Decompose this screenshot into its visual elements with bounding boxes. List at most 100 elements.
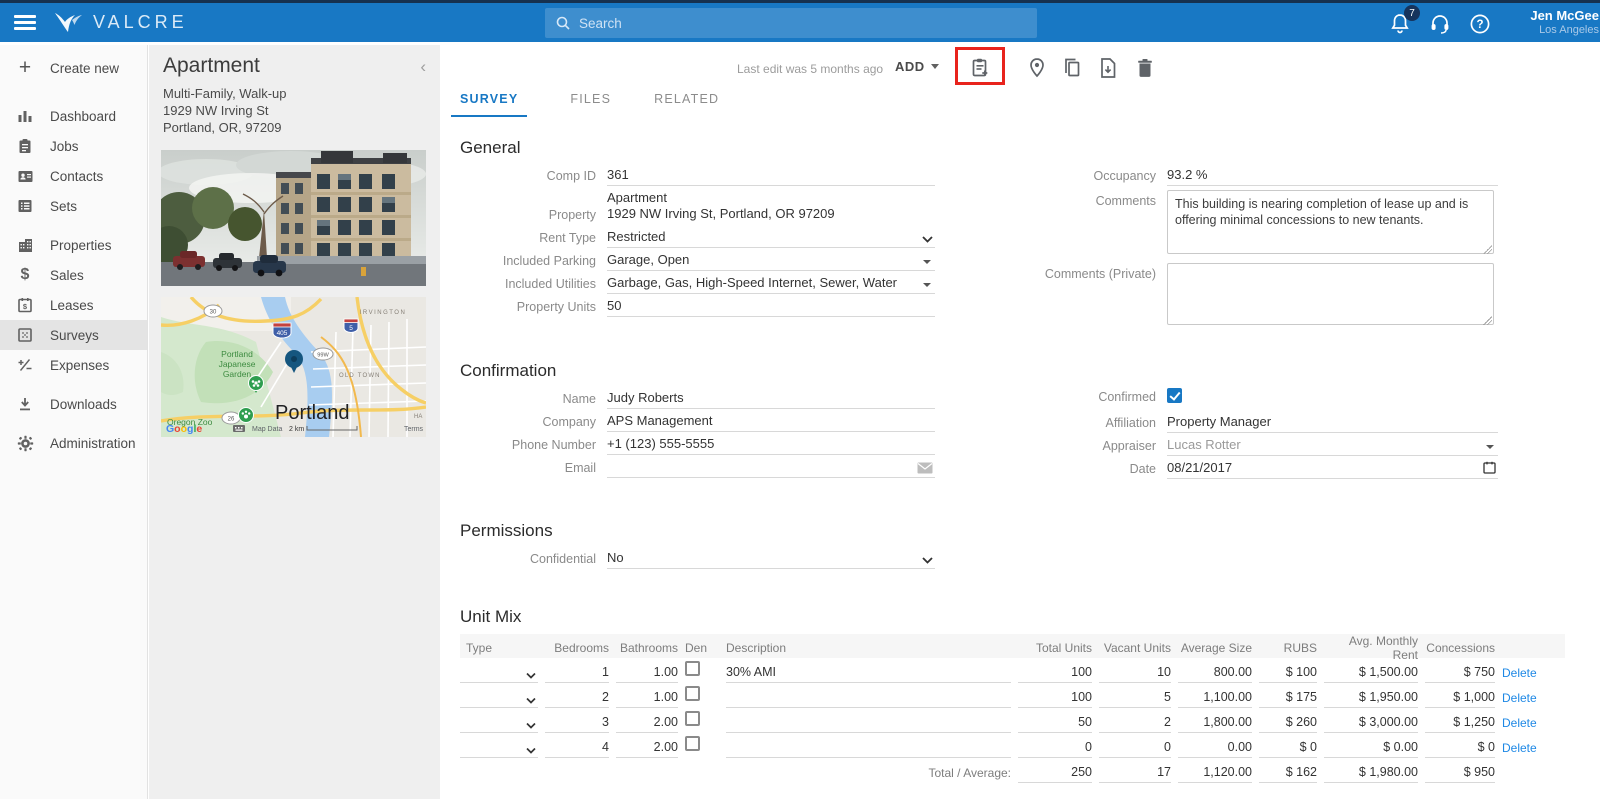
sidebar-item-leases[interactable]: $ Leases bbox=[0, 290, 147, 320]
map-terms-label[interactable]: Terms bbox=[404, 426, 424, 433]
sidebar-item-create-new[interactable]: + Create new bbox=[0, 53, 147, 83]
collapse-panel-icon[interactable]: ‹ bbox=[420, 57, 426, 77]
vacant-units-input[interactable]: 10 bbox=[1099, 665, 1171, 683]
copy-icon[interactable] bbox=[1060, 56, 1084, 80]
sidebar-item-sets[interactable]: Sets bbox=[0, 191, 147, 221]
bathrooms-input[interactable]: 1.00 bbox=[616, 690, 678, 708]
type-select[interactable] bbox=[460, 740, 538, 758]
email-input[interactable] bbox=[607, 459, 935, 478]
delete-row-link[interactable]: Delete bbox=[1502, 691, 1548, 708]
sidebar-item-surveys[interactable]: Surveys bbox=[0, 320, 147, 350]
sidebar-item-sales[interactable]: $ Sales bbox=[0, 260, 147, 290]
total-units-input[interactable]: 100 bbox=[1018, 690, 1092, 708]
avg-monthly-rent-input[interactable]: $ 0.00 bbox=[1324, 740, 1418, 758]
property-link-line1[interactable]: Apartment bbox=[607, 190, 935, 206]
name-input[interactable]: Judy Roberts bbox=[607, 390, 935, 409]
map-pin-icon[interactable] bbox=[1025, 56, 1049, 80]
average-size-input[interactable]: 1,800.00 bbox=[1178, 715, 1252, 733]
concessions-input[interactable]: $ 1,000 bbox=[1425, 690, 1495, 708]
concessions-input[interactable]: $ 750 bbox=[1425, 665, 1495, 683]
den-checkbox[interactable] bbox=[685, 711, 700, 726]
vacant-units-input[interactable]: 0 bbox=[1099, 740, 1171, 758]
tab-files[interactable]: FILES bbox=[570, 92, 611, 117]
vacant-units-input[interactable]: 5 bbox=[1099, 690, 1171, 708]
delete-row-link[interactable]: Delete bbox=[1502, 716, 1548, 733]
type-select[interactable] bbox=[460, 690, 538, 708]
sidebar-item-expenses[interactable]: Expenses bbox=[0, 350, 147, 380]
tab-survey[interactable]: SURVEY bbox=[451, 92, 528, 117]
average-size-input[interactable]: 800.00 bbox=[1178, 665, 1252, 683]
bathrooms-input[interactable]: 1.00 bbox=[616, 665, 678, 683]
add-button[interactable]: ADD bbox=[895, 59, 939, 74]
den-checkbox[interactable] bbox=[685, 736, 700, 751]
avg-monthly-rent-input[interactable]: $ 3,000.00 bbox=[1324, 715, 1418, 733]
delete-trash-icon[interactable] bbox=[1133, 56, 1157, 80]
den-checkbox[interactable] bbox=[685, 686, 700, 701]
bedrooms-input[interactable]: 4 bbox=[545, 740, 609, 758]
search-input[interactable] bbox=[579, 15, 1027, 31]
confirmed-checkbox[interactable] bbox=[1167, 388, 1182, 403]
vacant-units-input[interactable]: 2 bbox=[1099, 715, 1171, 733]
concessions-input[interactable]: $ 0 bbox=[1425, 740, 1495, 758]
sidebar-item-downloads[interactable]: Downloads bbox=[0, 389, 147, 419]
description-input[interactable]: 30% AMI bbox=[726, 665, 1011, 683]
total-units-input[interactable]: 0 bbox=[1018, 740, 1092, 758]
avg-monthly-rent-input[interactable]: $ 1,500.00 bbox=[1324, 665, 1418, 683]
total-units-input[interactable]: 50 bbox=[1018, 715, 1092, 733]
sidebar-item-dashboard[interactable]: Dashboard bbox=[0, 101, 147, 131]
description-input[interactable] bbox=[726, 690, 1011, 708]
brand-logo[interactable]: VALCRE bbox=[52, 10, 188, 34]
delete-row-link[interactable]: Delete bbox=[1502, 666, 1548, 683]
rubs-input[interactable]: $ 175 bbox=[1259, 690, 1317, 708]
location-map[interactable]: 405 5 30 99W 26 IRVINGTON Portland Japan… bbox=[161, 297, 426, 437]
property-units-input[interactable]: 50 bbox=[607, 298, 935, 317]
rubs-input[interactable]: $ 100 bbox=[1259, 665, 1317, 683]
sidebar-item-properties[interactable]: Properties bbox=[0, 230, 147, 260]
type-select[interactable] bbox=[460, 715, 538, 733]
date-input[interactable]: 08/21/2017 bbox=[1167, 460, 1498, 479]
sidebar-item-administration[interactable]: Administration bbox=[0, 428, 147, 458]
resize-handle-icon[interactable] bbox=[1483, 316, 1492, 325]
bedrooms-input[interactable]: 1 bbox=[545, 665, 609, 683]
rubs-input[interactable]: $ 0 bbox=[1259, 740, 1317, 758]
rubs-input[interactable]: $ 260 bbox=[1259, 715, 1317, 733]
confidential-select[interactable]: No bbox=[607, 550, 935, 569]
type-select[interactable] bbox=[460, 665, 538, 683]
den-checkbox[interactable] bbox=[685, 661, 700, 676]
average-size-input[interactable]: 1,100.00 bbox=[1178, 690, 1252, 708]
rent-type-select[interactable]: Restricted bbox=[607, 229, 935, 248]
bathrooms-input[interactable]: 2.00 bbox=[616, 740, 678, 758]
average-size-input[interactable]: 0.00 bbox=[1178, 740, 1252, 758]
support-headset-icon[interactable] bbox=[1428, 12, 1452, 36]
property-photo[interactable] bbox=[161, 150, 426, 286]
comments-textarea[interactable]: This building is nearing completion of l… bbox=[1167, 190, 1494, 254]
delete-row-link[interactable]: Delete bbox=[1502, 741, 1548, 758]
export-file-icon[interactable] bbox=[1096, 56, 1120, 80]
user-menu[interactable]: Jen McGee Los Angeles bbox=[1530, 8, 1599, 38]
property-link-line2[interactable]: 1929 NW Irving St, Portland, OR 97209 bbox=[607, 206, 935, 222]
bedrooms-input[interactable]: 3 bbox=[545, 715, 609, 733]
sidebar-item-jobs[interactable]: Jobs bbox=[0, 131, 147, 161]
sidebar-item-contacts[interactable]: Contacts bbox=[0, 161, 147, 191]
description-input[interactable] bbox=[726, 715, 1011, 733]
bedrooms-input[interactable]: 2 bbox=[545, 690, 609, 708]
affiliation-input[interactable]: Property Manager bbox=[1167, 414, 1498, 433]
avg-monthly-rent-input[interactable]: $ 1,950.00 bbox=[1324, 690, 1418, 708]
description-input[interactable] bbox=[726, 740, 1011, 758]
included-parking-select[interactable]: Garage, Open bbox=[607, 252, 935, 271]
menu-icon[interactable] bbox=[14, 15, 36, 31]
occupancy-input[interactable]: 93.2 % bbox=[1167, 167, 1498, 186]
phone-input[interactable]: +1 (123) 555-5555 bbox=[607, 436, 935, 455]
comp-id-input[interactable]: 361 bbox=[607, 167, 935, 186]
search-box[interactable] bbox=[545, 8, 1037, 38]
total-units-input[interactable]: 100 bbox=[1018, 665, 1092, 683]
included-utilities-select[interactable]: Garbage, Gas, High-Speed Internet, Sewer… bbox=[607, 275, 935, 294]
resize-handle-icon[interactable] bbox=[1483, 245, 1492, 254]
appraiser-select[interactable]: Lucas Rotter bbox=[1167, 437, 1498, 456]
comments-private-textarea[interactable] bbox=[1167, 263, 1494, 325]
help-icon[interactable]: ? bbox=[1468, 12, 1492, 36]
company-input[interactable]: APS Management bbox=[607, 413, 935, 432]
concessions-input[interactable]: $ 1,250 bbox=[1425, 715, 1495, 733]
bathrooms-input[interactable]: 2.00 bbox=[616, 715, 678, 733]
tab-related[interactable]: RELATED bbox=[654, 92, 719, 117]
